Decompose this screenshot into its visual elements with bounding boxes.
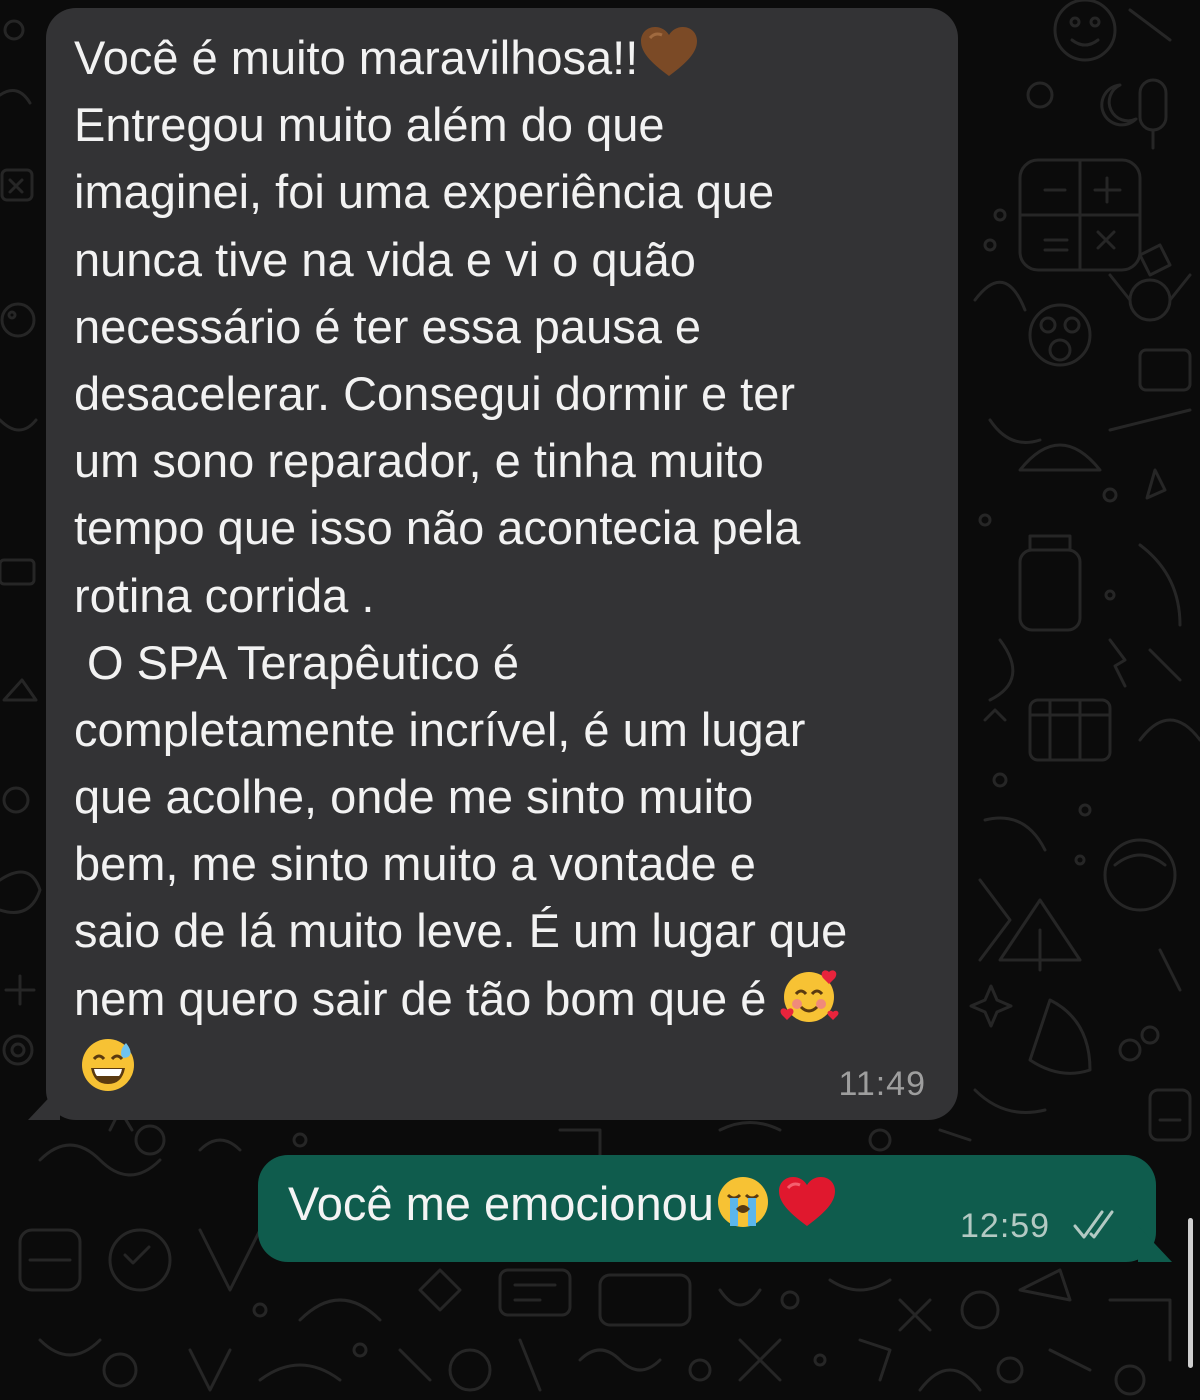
loudly-crying-face-icon	[714, 1173, 772, 1231]
outgoing-bubble-tail	[1138, 1226, 1172, 1262]
brown-heart-icon	[640, 26, 698, 78]
incoming-timestamp: 11:49	[838, 1065, 926, 1103]
message-line: rotina corrida .	[74, 568, 375, 622]
message-line: necessário é ter essa pausa e	[74, 299, 702, 353]
incoming-bubble-tail	[28, 1086, 60, 1120]
outgoing-message-text: Você me emocionou	[288, 1170, 836, 1237]
message-line: tempo que isso não acontecia pela	[74, 501, 801, 555]
message-line: desacelerar. Consegui dormir e ter	[74, 366, 796, 420]
message-line: que acolhe, onde me sinto muito	[74, 770, 754, 824]
message-line: bem, me sinto muito a vontade e	[74, 837, 756, 891]
message-line: nunca tive na vida e vi o quão	[74, 232, 696, 286]
message-line: um sono reparador, e tinha muito	[74, 434, 764, 488]
message-line: Entregou muito além do que	[74, 98, 665, 152]
message-line: saio de lá muito leve. É um lugar que	[74, 904, 848, 958]
red-heart-icon	[778, 1176, 836, 1228]
read-receipt-double-check-icon	[1073, 1208, 1127, 1247]
message-line	[74, 1032, 944, 1099]
smiling-face-with-hearts-icon	[779, 966, 839, 1026]
incoming-message-text: Você é muito maravilhosa!! Entregou muit…	[74, 24, 944, 1099]
message-line: imaginei, foi uma experiência que	[74, 165, 775, 219]
scrollbar[interactable]	[1188, 1218, 1193, 1368]
outgoing-timestamp: 12:59	[960, 1207, 1051, 1245]
grinning-face-with-sweat-icon	[78, 1035, 138, 1095]
message-line: Você é muito maravilhosa!!	[74, 24, 944, 91]
message-line: nem quero sair de tão bom que é	[74, 965, 944, 1032]
message-line: completamente incrível, é um lugar	[74, 702, 806, 756]
message-line: O SPA Terapêutico é	[74, 635, 520, 689]
